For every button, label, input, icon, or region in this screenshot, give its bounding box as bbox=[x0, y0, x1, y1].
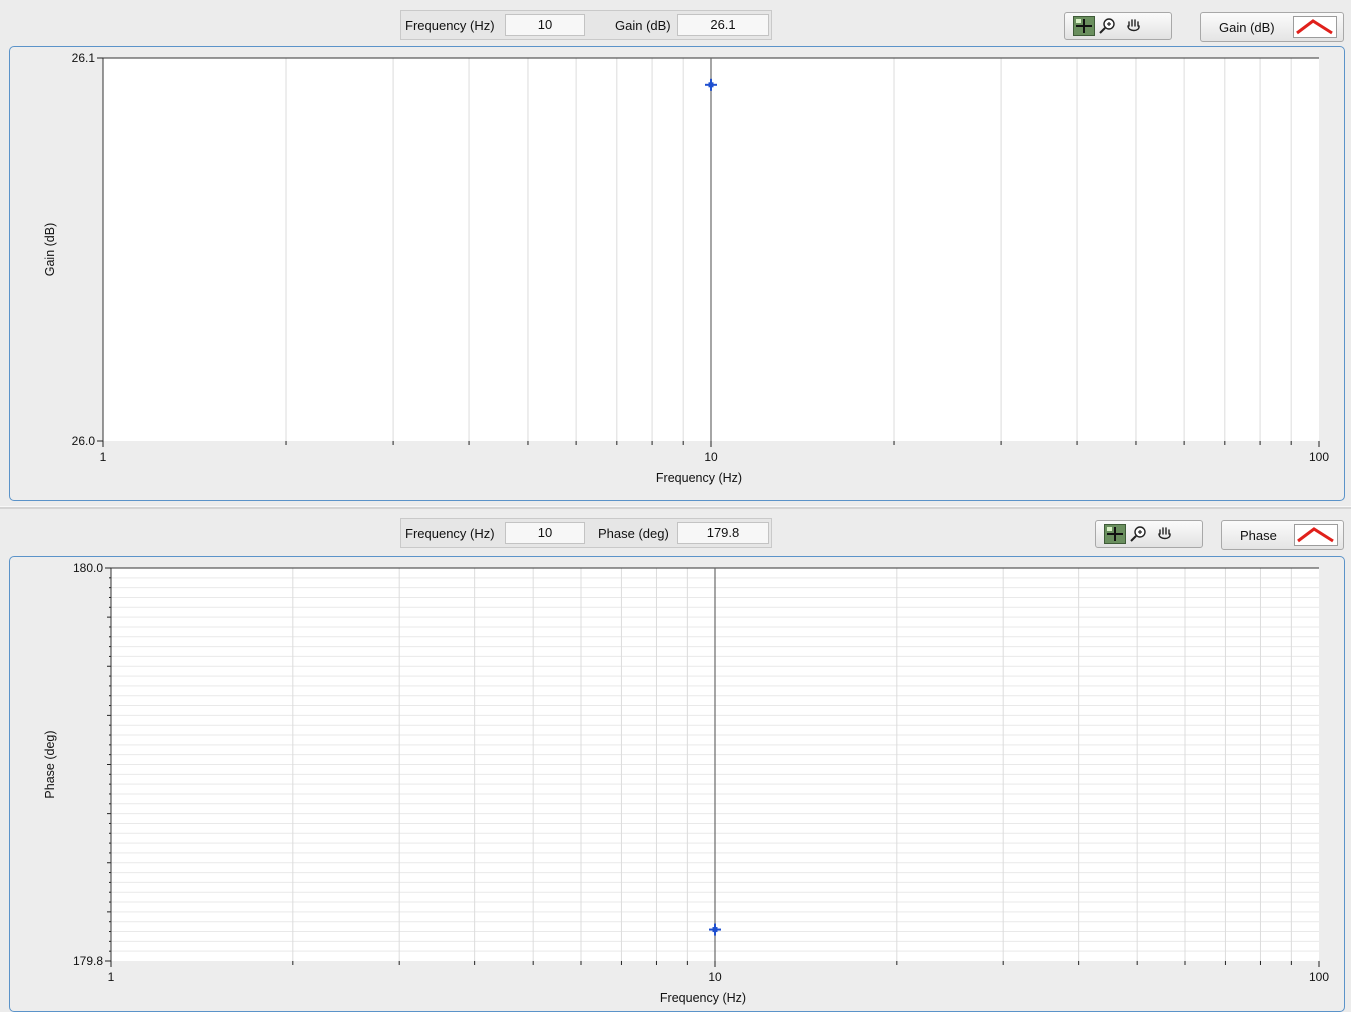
pan-hand-icon bbox=[1158, 527, 1171, 540]
readout-y-label: Phase (deg) bbox=[598, 526, 669, 541]
gain-cursor-readout: Frequency (Hz) 10 Gain (dB) 26.1 bbox=[400, 10, 772, 40]
x-tick-label: 10 bbox=[704, 450, 718, 464]
legend-swatch bbox=[1293, 16, 1337, 38]
readout-y-value[interactable]: 179.8 bbox=[677, 522, 769, 544]
zoom-tool[interactable] bbox=[1128, 524, 1150, 544]
gain-graph-toolbar bbox=[1064, 12, 1172, 40]
pan-tool[interactable] bbox=[1123, 16, 1145, 36]
x-tick-label: 1 bbox=[108, 970, 115, 984]
y-tick-label: 26.0 bbox=[72, 434, 96, 448]
line-plot-icon bbox=[1297, 527, 1334, 543]
y-tick-label: 180.0 bbox=[73, 561, 103, 575]
cursor-move-tool[interactable] bbox=[1104, 524, 1126, 544]
phase-graph-toolbar bbox=[1095, 520, 1203, 548]
y-axis-title: Gain (dB) bbox=[43, 223, 57, 277]
readout-x-value[interactable]: 10 bbox=[505, 14, 585, 36]
pan-hand-icon bbox=[1127, 19, 1140, 32]
data-point-center bbox=[708, 82, 714, 88]
readout-y-value[interactable]: 26.1 bbox=[677, 14, 769, 36]
legend-label: Gain (dB) bbox=[1219, 20, 1275, 35]
gain-plot-legend[interactable]: Gain (dB) bbox=[1200, 12, 1344, 42]
line-plot-icon bbox=[1296, 19, 1333, 35]
y-tick-label: 179.8 bbox=[73, 954, 103, 968]
gain-chart: 1 10 100 26.0 26.1 Frequency (Hz) Gain (dB) bbox=[43, 51, 1329, 485]
readout-x-value[interactable]: 10 bbox=[505, 522, 585, 544]
phase-plot-area[interactable]: 1 10 100 179.8 180.0 Frequency (Hz) Phase (deg… bbox=[9, 556, 1345, 1012]
legend-label: Phase bbox=[1240, 528, 1277, 543]
phase-plot-legend[interactable]: Phase bbox=[1221, 520, 1344, 550]
x-tick-label: 1 bbox=[100, 450, 107, 464]
phase-cursor-readout: Frequency (Hz) 10 Phase (deg) 179.8 bbox=[400, 518, 772, 548]
gain-pane: Frequency (Hz) 10 Gain (dB) 26.1 Gain (d… bbox=[0, 0, 1351, 508]
x-axis-title: Frequency (Hz) bbox=[656, 471, 742, 485]
cursor-move-tool[interactable] bbox=[1073, 16, 1095, 36]
readout-y-label: Gain (dB) bbox=[615, 18, 671, 33]
x-axis-title: Frequency (Hz) bbox=[660, 991, 746, 1005]
phase-chart: 1 10 100 179.8 180.0 Frequency (Hz) Phase (deg… bbox=[43, 561, 1329, 1005]
phase-pane: Frequency (Hz) 10 Phase (deg) 179.8 Phas… bbox=[0, 508, 1351, 1012]
pan-tool[interactable] bbox=[1154, 524, 1176, 544]
readout-x-label: Frequency (Hz) bbox=[405, 18, 495, 33]
y-axis-title: Phase (deg) bbox=[43, 730, 57, 798]
zoom-icon bbox=[1099, 18, 1115, 34]
x-tick-label: 100 bbox=[1309, 970, 1329, 984]
x-tick-label: 10 bbox=[708, 970, 722, 984]
y-tick-label: 26.1 bbox=[72, 51, 96, 65]
data-point-center bbox=[712, 927, 718, 933]
cursor-move-icon bbox=[1107, 527, 1123, 541]
gain-plot-area[interactable]: 1 10 100 26.0 26.1 Frequency (Hz) Gain (dB) bbox=[9, 46, 1345, 501]
x-tick-label: 100 bbox=[1309, 450, 1329, 464]
zoom-icon bbox=[1130, 526, 1146, 542]
legend-swatch bbox=[1294, 524, 1338, 546]
zoom-tool[interactable] bbox=[1097, 16, 1119, 36]
readout-x-label: Frequency (Hz) bbox=[405, 526, 495, 541]
cursor-move-icon bbox=[1076, 19, 1092, 33]
